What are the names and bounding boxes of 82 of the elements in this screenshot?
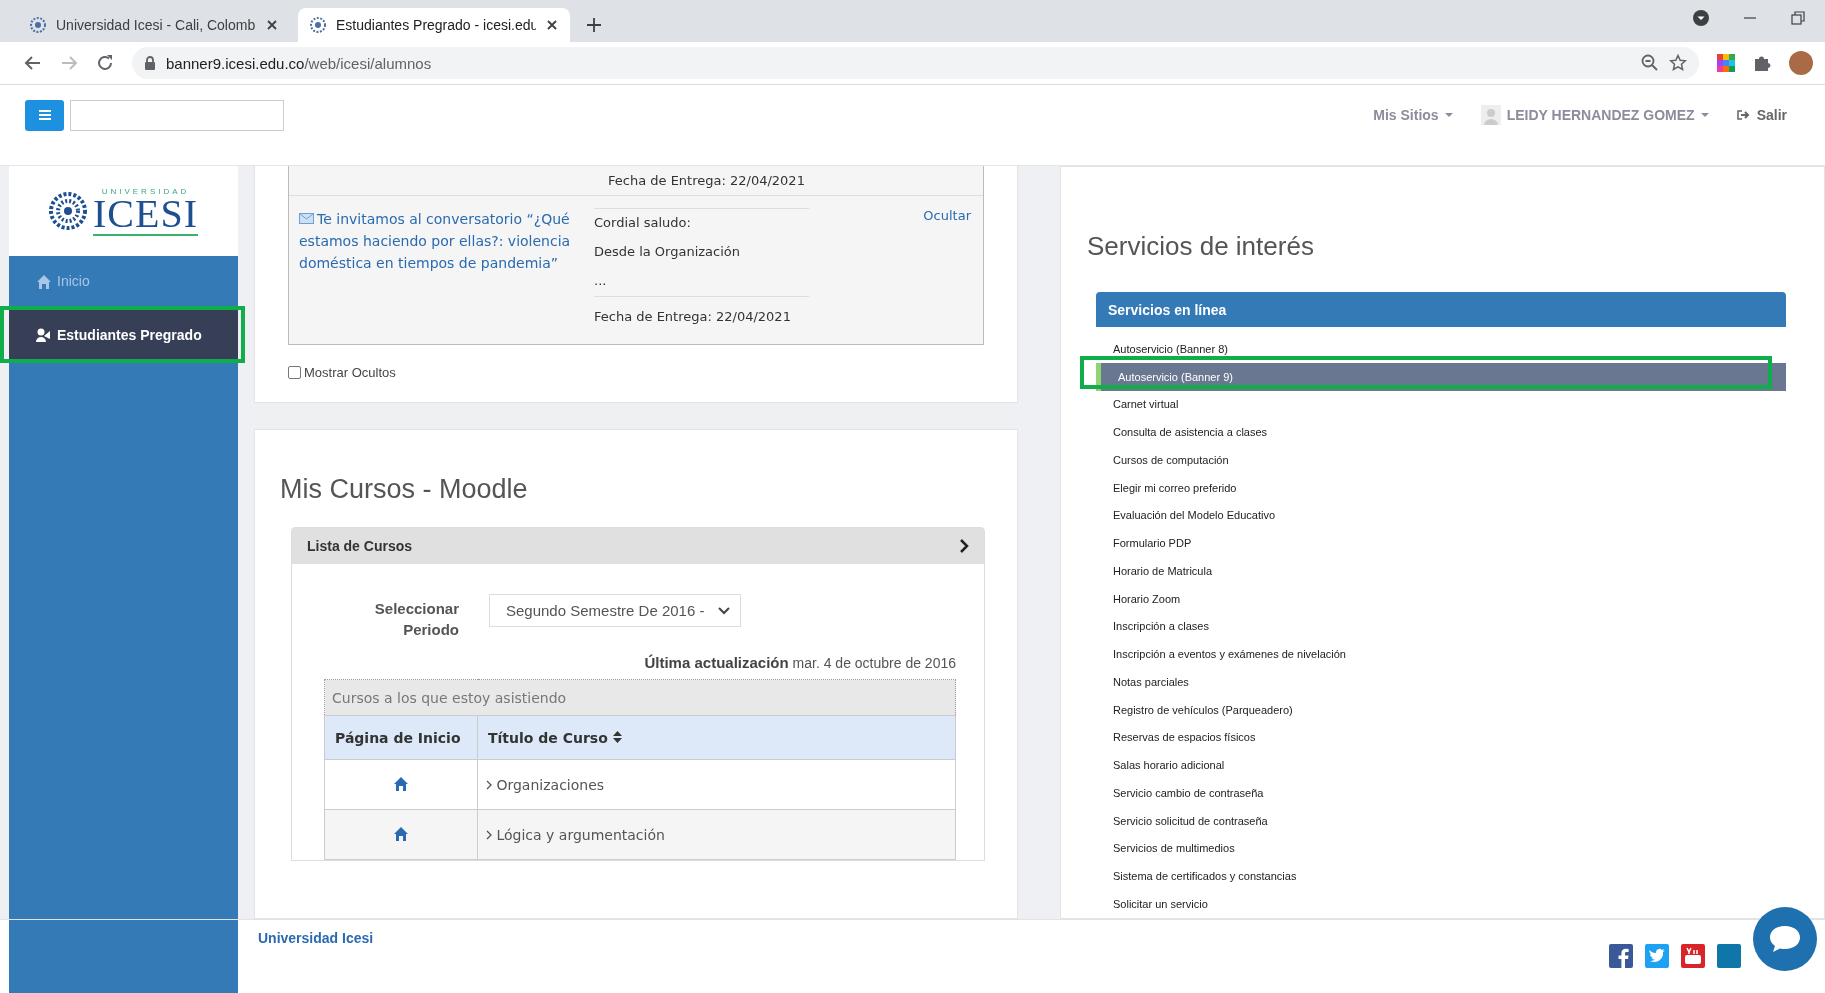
service-link[interactable]: Notas parciales [1096,668,1786,696]
home-icon[interactable] [392,774,410,792]
service-link[interactable]: Carnet virtual [1096,390,1786,419]
service-link[interactable]: Salas horario adicional [1096,751,1786,779]
section-title: Mis Cursos - Moodle [280,474,529,505]
notice-text: ... [594,272,608,290]
table-cell[interactable]: Lógica y argumentación [477,809,956,860]
due-date: Fecha de Entrega: 22/04/2021 [594,296,809,332]
new-tab-icon[interactable] [586,17,602,33]
zoom-icon[interactable] [1641,54,1659,72]
field-label: Seleccionar Periodo [373,599,459,640]
due-date: Fecha de Entrega: 22/04/2021 [608,173,805,188]
service-link[interactable]: Consulta de asistencia a clases [1096,418,1786,446]
service-link[interactable]: Autoservicio (Banner 8) [1096,335,1786,363]
reload-icon[interactable] [96,54,114,72]
logout-link[interactable]: Salir [1736,107,1787,123]
chevron-right-icon [486,779,492,790]
star-icon[interactable] [1669,54,1687,72]
youtube-icon[interactable] [1681,944,1705,968]
logo-wordmark: ICESI [93,195,198,232]
sunburst-logo-icon [49,192,87,230]
service-link[interactable]: Horario Zoom [1096,584,1786,613]
service-link[interactable]: Cursos de computación [1096,446,1786,474]
hide-link[interactable]: Ocultar [923,208,971,223]
search-field[interactable] [70,99,284,131]
service-link[interactable]: Servicio cambio de contraseña [1096,779,1786,807]
restore-icon[interactable] [1791,11,1805,25]
service-link[interactable]: Evaluación del Modelo Educativo [1096,501,1786,530]
avatar-icon[interactable] [1789,51,1813,75]
service-link[interactable]: Inscripción a clases [1096,612,1786,641]
home-icon[interactable] [392,824,410,842]
students-icon [35,326,51,343]
logout-icon [1736,109,1751,121]
menu-button[interactable] [25,99,64,131]
service-link[interactable]: Servicios de multimedios [1096,834,1786,863]
twitter-icon[interactable] [1645,944,1669,968]
extension-color-icon[interactable] [1717,54,1735,72]
nav-item[interactable]: Estudiantes Pregrado [9,308,238,361]
column-header: Página de Inicio [324,715,478,760]
section-title: Servicios de interés [1087,231,1315,262]
user-avatar-icon [1480,105,1501,125]
service-link[interactable]: Horario de Matricula [1096,557,1786,585]
service-link[interactable]: Solicitar un servicio [1096,890,1786,918]
close-icon[interactable] [546,19,558,31]
checkbox-label: Mostrar Ocultos [304,365,396,380]
globe-icon [310,17,326,33]
sort-icon [612,730,622,743]
close-icon[interactable] [266,19,278,31]
footer-link[interactable]: Universidad Icesi [258,930,374,993]
table-caption: Cursos a los que estoy asistiendo [332,689,567,706]
service-link[interactable]: Reservas de espacios físicos [1096,723,1786,752]
chat-bubble-icon [1768,924,1802,954]
service-link[interactable]: Elegir mi correo preferido [1096,473,1786,502]
column-header[interactable]: Título de Curso [477,715,956,760]
chevron-right-icon [486,829,492,840]
show-hidden-checkbox[interactable] [288,366,301,379]
service-link[interactable]: Registro de vehículos (Parqueadero) [1096,695,1786,724]
caret-icon [718,606,731,615]
globe-icon [30,17,46,33]
home-icon [35,273,51,289]
notice-text: Cordial saludo: [594,214,692,232]
period-select[interactable]: Segundo Semestre De 2016 - [489,594,742,627]
panel-header[interactable]: Lista de Cursos [292,528,984,564]
puzzle-icon[interactable] [1753,54,1771,72]
tab-search-icon[interactable] [1693,10,1709,26]
panel-title: Lista de Cursos [307,538,413,554]
last-updated-text: Última actualización mar. 4 de octubre de 2016 [644,655,956,671]
back-icon[interactable] [24,54,42,72]
table-cell[interactable]: Organizaciones [477,759,956,810]
notice-title-link[interactable]: Te invitamos al conversatorio “¿Qué estamos haciendo por ellas?: violencia doméstica en tiempos de pandemia” [299,208,584,274]
service-link[interactable]: Formulario PDP [1096,529,1786,557]
facebook-icon[interactable] [1609,944,1633,968]
service-link[interactable]: Sistema de certificados y constancias [1096,862,1786,890]
notice-text: Desde la Organización [594,243,742,261]
panel-header: Servicios en línea [1096,292,1786,327]
lock-icon [144,56,156,70]
menu-icon [37,109,52,121]
envelope-icon [299,213,314,224]
logo-caption: UNIVERSIDAD [101,186,190,196]
chevron-right-icon [959,539,969,553]
service-link[interactable]: Inscripción a eventos y exámenes de nivelación [1096,640,1786,668]
service-link[interactable]: Servicio solicitud de contraseña [1096,806,1786,835]
